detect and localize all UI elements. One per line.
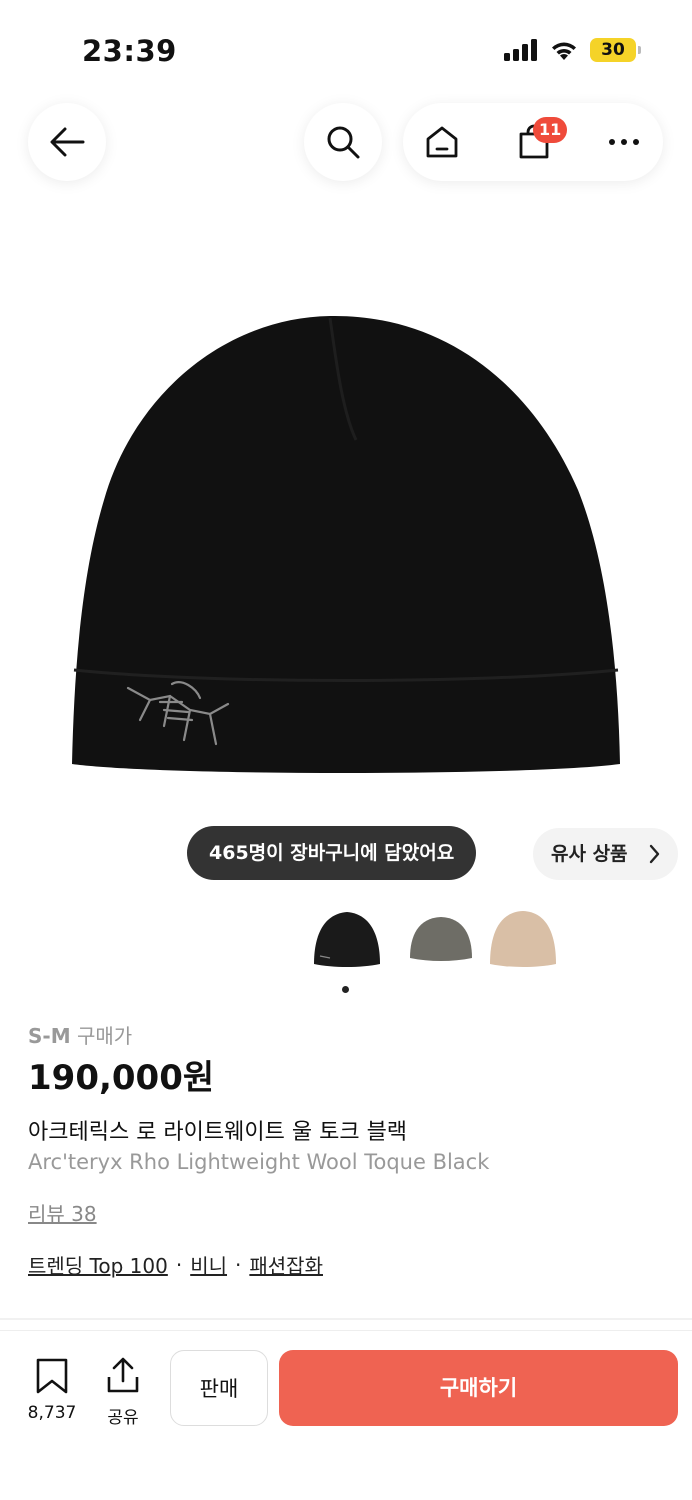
size-label: S-M xyxy=(28,1024,71,1048)
nav-actions-pill: 11 xyxy=(403,103,663,181)
chevron-right-icon xyxy=(649,844,660,864)
battery-indicator: 30 xyxy=(590,38,641,62)
thumbnail-beige[interactable] xyxy=(484,902,562,978)
home-button[interactable] xyxy=(407,103,477,181)
size-price-label: S-M 구매가 xyxy=(28,1020,132,1049)
similar-products-label: 유사 상품 xyxy=(551,843,628,865)
bookmark-count: 8,737 xyxy=(27,1403,77,1423)
bottom-action-bar: 8,737 공유 판매 구매하기 xyxy=(0,1330,692,1500)
back-button[interactable] xyxy=(28,103,106,181)
tag-trending[interactable]: 트렌딩 Top 100 xyxy=(28,1250,168,1279)
bookmark-icon xyxy=(36,1358,68,1394)
product-name-en: Arc'teryx Rho Lightweight Wool Toque Bla… xyxy=(28,1150,490,1174)
cart-button[interactable]: 11 xyxy=(499,103,569,181)
wifi-icon xyxy=(552,42,576,60)
price-label: 구매가 xyxy=(76,1024,133,1048)
more-button[interactable] xyxy=(589,103,659,181)
tag-separator: · xyxy=(175,1252,183,1277)
arrow-left-icon xyxy=(50,127,85,157)
share-button[interactable]: 공유 xyxy=(98,1357,148,1428)
status-icons: 30 xyxy=(504,38,641,62)
product-name-ko: 아크테릭스 로 라이트웨이트 울 토크 블랙 xyxy=(28,1120,408,1145)
product-price: 190,000원 xyxy=(28,1058,215,1098)
thumbnail-black[interactable] xyxy=(308,902,386,978)
cart-count-chip: 465명이 장바구니에 담았어요 xyxy=(187,826,477,880)
cart-badge: 11 xyxy=(533,117,568,143)
status-bar: 23:39 30 xyxy=(0,0,692,100)
bookmark-button[interactable]: 8,737 xyxy=(20,1357,84,1423)
search-button[interactable] xyxy=(304,103,382,181)
review-link[interactable]: 리뷰 38 xyxy=(28,1198,97,1227)
tag-separator: · xyxy=(235,1252,242,1277)
home-icon xyxy=(426,126,458,158)
similar-products-button[interactable]: 유사 상품 xyxy=(533,828,678,880)
sell-button[interactable]: 판매 xyxy=(170,1350,268,1426)
carousel-indicator xyxy=(342,986,349,993)
divider xyxy=(0,1318,692,1320)
thumbnail-grey[interactable] xyxy=(402,902,480,978)
share-label: 공유 xyxy=(107,1408,139,1428)
tag-beanie[interactable]: 비니 xyxy=(190,1250,227,1279)
share-icon xyxy=(107,1357,139,1393)
more-dots-icon xyxy=(609,139,639,145)
buy-button[interactable]: 구매하기 xyxy=(279,1350,678,1426)
status-time: 23:39 xyxy=(82,34,177,68)
category-tags: 트렌딩 Top 100 · 비니 · 패션잡화 xyxy=(28,1250,323,1279)
tag-fashion-goods[interactable]: 패션잡화 xyxy=(249,1250,323,1279)
signal-icon xyxy=(504,39,537,61)
search-icon xyxy=(327,126,360,159)
product-image[interactable] xyxy=(60,300,630,790)
